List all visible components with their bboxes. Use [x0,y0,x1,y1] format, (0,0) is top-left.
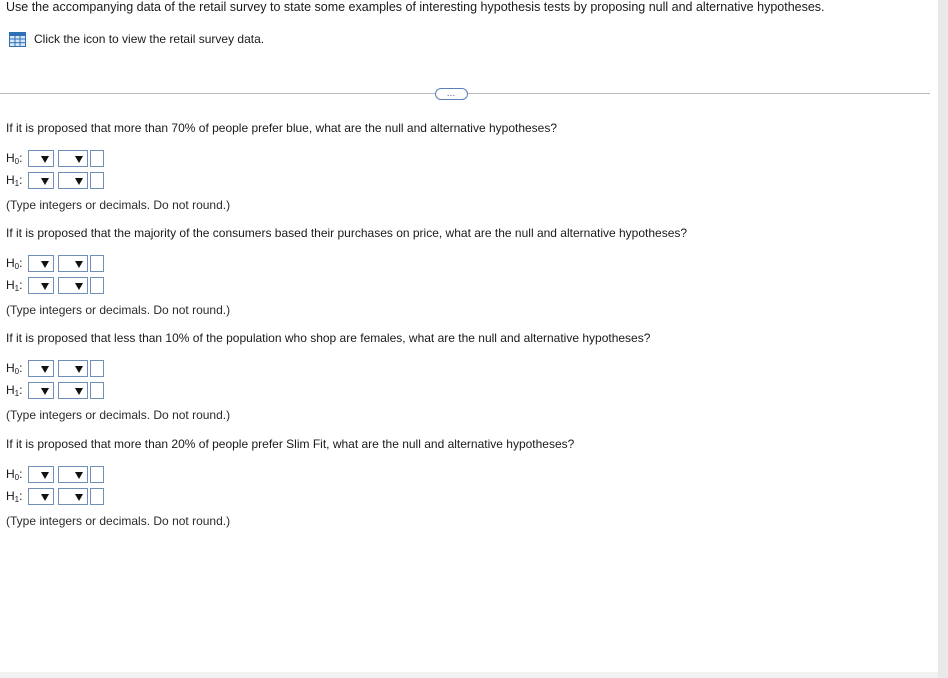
h0-colon: : [19,151,23,165]
h0-row: H0: [6,149,104,167]
h1-row: H1: [6,381,104,399]
spreadsheet-grid-icon[interactable] [9,31,26,47]
h0-parameter-select[interactable] [28,149,54,167]
answer-format-note: (Type integers or decimals. Do not round… [6,514,231,528]
h1-letter: H [6,278,15,292]
h1-colon: : [19,278,23,292]
h1-parameter-select[interactable] [28,381,54,399]
h1-colon: : [19,383,23,397]
h1-value-input[interactable] [90,487,104,505]
h0-operator-select[interactable] [58,254,88,272]
dropdown-arrow-icon [75,155,83,163]
dropdown-arrow-icon [41,493,49,501]
h0-operator-select[interactable] [58,149,88,167]
h1-value-input[interactable] [90,381,104,399]
h0-colon: : [19,467,23,481]
h1-parameter-select[interactable] [28,487,54,505]
h0-letter: H [6,256,15,270]
h0-colon: : [19,256,23,270]
dropdown-arrow-icon [41,471,49,479]
h0-letter: H [6,361,15,375]
h0-operator-select[interactable] [58,465,88,483]
h0-letter: H [6,467,15,481]
dropdown-arrow-icon [41,282,49,290]
dropdown-arrow-icon [41,155,49,163]
h1-row: H1: [6,487,104,505]
dropdown-arrow-icon [41,387,49,395]
dropdown-arrow-icon [75,387,83,395]
h0-row: H0: [6,465,104,483]
h1-subscript: 1 [14,284,20,293]
h1-subscript: 1 [14,389,20,398]
question-text: If it is proposed that more than 20% of … [6,437,575,451]
h1-label: H1: [6,173,28,188]
dropdown-arrow-icon [75,471,83,479]
h1-row: H1: [6,276,104,294]
question-text: If it is proposed that the majority of t… [6,226,688,240]
dropdown-arrow-icon [41,177,49,185]
h0-letter: H [6,151,15,165]
h1-operator-select[interactable] [58,381,88,399]
h0-parameter-select[interactable] [28,359,54,377]
vertical-scrollbar[interactable] [938,0,948,678]
h1-label: H1: [6,278,28,293]
answer-format-note: (Type integers or decimals. Do not round… [6,408,231,422]
h1-subscript: 1 [14,179,20,188]
h1-colon: : [19,489,23,503]
h1-operator-select[interactable] [58,171,88,189]
h0-row: H0: [6,254,104,272]
h0-parameter-select[interactable] [28,465,54,483]
answer-format-note: (Type integers or decimals. Do not round… [6,303,231,317]
h1-operator-select[interactable] [58,487,88,505]
dropdown-arrow-icon [75,177,83,185]
h1-parameter-select[interactable] [28,276,54,294]
problem-prompt: Use the accompanying data of the retail … [6,0,825,14]
h0-value-input[interactable] [90,149,104,167]
h0-value-input[interactable] [90,254,104,272]
h0-parameter-select[interactable] [28,254,54,272]
h1-label: H1: [6,383,28,398]
h1-label: H1: [6,489,28,504]
question-text: If it is proposed that more than 70% of … [6,121,558,135]
answer-format-note: (Type integers or decimals. Do not round… [6,198,231,212]
bottom-bar [0,672,938,678]
h0-row: H0: [6,359,104,377]
h0-value-input[interactable] [90,359,104,377]
dropdown-arrow-icon [75,365,83,373]
dropdown-arrow-icon [41,365,49,373]
h0-colon: : [19,361,23,375]
h0-subscript: 0 [14,262,20,271]
question-text: If it is proposed that less than 10% of … [6,331,651,345]
data-link-text: Click the icon to view the retail survey… [34,32,265,46]
data-link-row: Click the icon to view the retail survey… [9,30,264,48]
h0-subscript: 0 [14,157,20,166]
expand-button[interactable]: … [435,88,468,100]
h0-subscript: 0 [14,473,20,482]
h1-colon: : [19,173,23,187]
h0-subscript: 0 [14,367,20,376]
h0-operator-select[interactable] [58,359,88,377]
h1-letter: H [6,489,15,503]
h1-letter: H [6,383,15,397]
h0-label: H0: [6,256,28,271]
h1-value-input[interactable] [90,276,104,294]
h0-value-input[interactable] [90,465,104,483]
h1-letter: H [6,173,15,187]
h1-row: H1: [6,171,104,189]
dropdown-arrow-icon [75,260,83,268]
h1-parameter-select[interactable] [28,171,54,189]
h0-label: H0: [6,467,28,482]
h1-value-input[interactable] [90,171,104,189]
h1-operator-select[interactable] [58,276,88,294]
h0-label: H0: [6,151,28,166]
h1-subscript: 1 [14,495,20,504]
dropdown-arrow-icon [41,260,49,268]
dropdown-arrow-icon [75,282,83,290]
h0-label: H0: [6,361,28,376]
dropdown-arrow-icon [75,493,83,501]
